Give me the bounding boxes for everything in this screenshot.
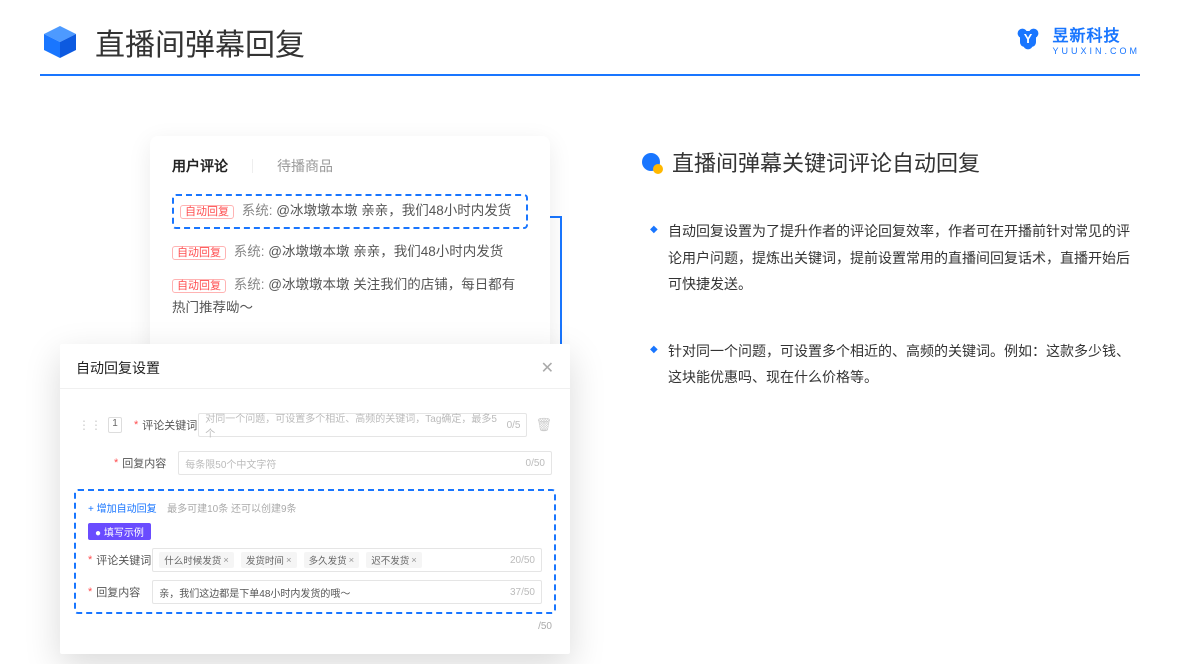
description-paragraph: 针对同一个问题，可设置多个相近的、高频的关键词。例如：这款多少钱、这块能优惠吗、…: [640, 338, 1140, 391]
bullet-icon: [640, 151, 662, 173]
system-label: 系统:: [234, 277, 269, 292]
brand-icon: Y: [1012, 23, 1044, 55]
comment-text: @冰墩墩本墩 亲亲，我们48小时内发货: [276, 203, 511, 218]
content-input[interactable]: 每条限50个中文字符 0/50: [178, 451, 552, 475]
add-hint: 最多可建10条 还可以创建9条: [167, 504, 296, 515]
index-badge: 1: [108, 417, 122, 433]
auto-reply-tag: 自动回复: [172, 279, 226, 293]
auto-reply-tag: 自动回复: [180, 205, 234, 219]
dialog-title: 自动回复设置: [76, 358, 160, 378]
description-paragraph: 自动回复设置为了提升作者的评论回复效率，作者可在开播前针对常见的评论用户问题，提…: [640, 218, 1140, 298]
outer-counter: /50: [538, 621, 552, 632]
description-panel: 直播间弹幕关键词评论自动回复 自动回复设置为了提升作者的评论回复效率，作者可在开…: [640, 136, 1140, 626]
remove-tag-icon[interactable]: ×: [223, 555, 229, 566]
tag-chip[interactable]: 什么时候发货×: [159, 552, 234, 568]
required-mark: *: [88, 586, 92, 598]
required-mark: *: [88, 554, 92, 566]
comment-row: 自动回复 系统: @冰墩墩本墩 关注我们的店铺，每日都有热门推荐呦～: [172, 274, 528, 320]
content-label: 回复内容: [122, 455, 178, 471]
counter: 37/50: [510, 587, 535, 598]
screenshot-stack: 用户评论 待播商品 自动回复 系统: @冰墩墩本墩 亲亲，我们48小时内发货 自…: [60, 136, 580, 626]
keyword-label: 评论关键词: [142, 417, 198, 433]
brand-name-cn: 昱新科技: [1052, 22, 1140, 46]
tag-chip[interactable]: 迟不发货×: [366, 552, 422, 568]
brand-name-en: YUUXIN.COM: [1052, 46, 1140, 56]
remove-tag-icon[interactable]: ×: [286, 555, 292, 566]
example-keyword-label: 评论关键词: [96, 552, 152, 568]
page-header: 直播间弹幕回复 Y 昱新科技 YUUXIN.COM: [0, 0, 1180, 74]
comments-panel: 用户评论 待播商品 自动回复 系统: @冰墩墩本墩 亲亲，我们48小时内发货 自…: [150, 136, 550, 360]
keyword-input[interactable]: 对同一个问题，可设置多个相近、高频的关键词，Tag确定，最多5个 0/5: [198, 413, 527, 437]
example-content-label: 回复内容: [96, 584, 152, 600]
tag-chip[interactable]: 发货时间×: [241, 552, 297, 568]
required-mark: *: [114, 457, 118, 469]
svg-text:Y: Y: [1024, 31, 1033, 46]
auto-reply-tag: 自动回复: [172, 246, 226, 260]
tab-divider: [252, 159, 253, 173]
tag-chip[interactable]: 多久发货×: [304, 552, 360, 568]
brand-logo: Y 昱新科技 YUUXIN.COM: [1012, 22, 1140, 56]
comment-row: 自动回复 系统: @冰墩墩本墩 亲亲，我们48小时内发货: [172, 241, 528, 264]
counter: 20/50: [510, 555, 535, 566]
system-label: 系统:: [242, 203, 277, 218]
tab-user-comments[interactable]: 用户评论: [172, 156, 228, 176]
example-content-input[interactable]: 亲，我们这边都是下单48小时内发货的哦～ 37/50: [152, 580, 542, 604]
comment-text: @冰墩墩本墩 亲亲，我们48小时内发货: [268, 244, 503, 259]
tab-pending-products[interactable]: 待播商品: [277, 156, 333, 176]
section-title: 直播间弹幕关键词评论自动回复: [640, 146, 1140, 178]
counter: 0/50: [526, 458, 545, 469]
counter: 0/5: [507, 420, 521, 431]
example-badge: ● 填写示例: [88, 523, 151, 540]
highlighted-comment: 自动回复 系统: @冰墩墩本墩 亲亲，我们48小时内发货: [172, 194, 528, 229]
auto-reply-settings-dialog: 自动回复设置 ✕ ⋮⋮ 1 * 评论关键词 对同一个问题，可设置多个相近、高频的…: [60, 344, 570, 654]
tabs: 用户评论 待播商品: [172, 156, 528, 176]
placeholder: 每条限50个中文字符: [185, 456, 276, 471]
example-block: + 增加自动回复 最多可建10条 还可以创建9条 ● 填写示例 * 评论关键词 …: [74, 489, 556, 614]
close-icon[interactable]: ✕: [541, 358, 554, 378]
drag-handle-icon[interactable]: ⋮⋮: [78, 418, 102, 432]
remove-tag-icon[interactable]: ×: [411, 555, 417, 566]
required-mark: *: [134, 419, 138, 431]
example-keyword-input[interactable]: 什么时候发货× 发货时间× 多久发货× 迟不发货× 20/50: [152, 548, 542, 572]
page-title: 直播间弹幕回复: [95, 20, 305, 64]
system-label: 系统:: [234, 244, 269, 259]
cube-icon: [40, 22, 80, 62]
placeholder: 对同一个问题，可设置多个相近、高频的关键词，Tag确定，最多5个: [205, 410, 506, 440]
add-auto-reply-link[interactable]: + 增加自动回复: [88, 504, 157, 515]
remove-tag-icon[interactable]: ×: [349, 555, 355, 566]
trash-icon[interactable]: 🗑: [535, 417, 552, 433]
example-content-value: 亲，我们这边都是下单48小时内发货的哦～: [159, 585, 350, 600]
